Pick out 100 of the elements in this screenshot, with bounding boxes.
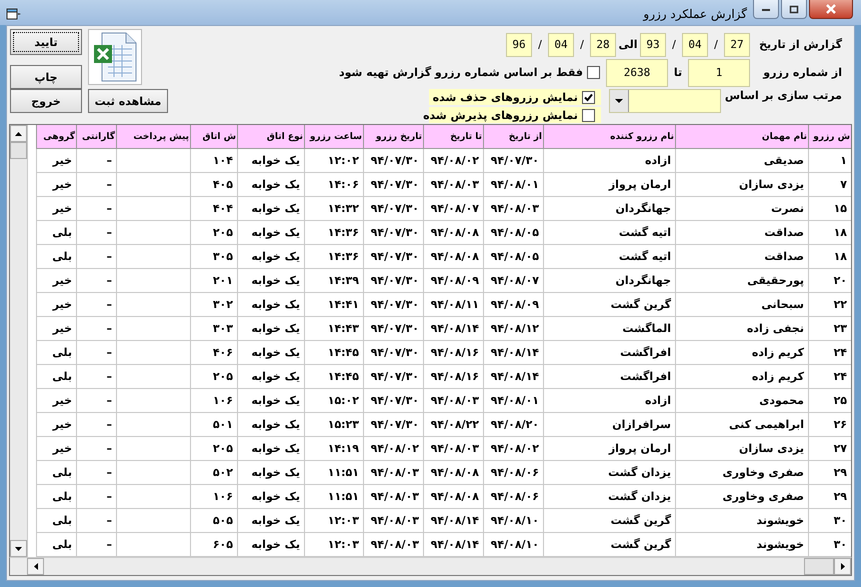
table-cell: ۱۵:۰۲ — [304, 389, 363, 413]
column-header[interactable]: تاریخ رزرو — [363, 125, 423, 149]
table-cell: ۹۴/۰۸/۱۲ — [483, 317, 543, 341]
table-cell: خیر — [36, 413, 76, 437]
table-cell: ۱۴:۳۲ — [304, 197, 363, 221]
number-range-label: از شماره رزرو — [762, 66, 842, 80]
table-cell: خیر — [36, 389, 76, 413]
table-cell: ۵۰۱ — [190, 413, 237, 437]
column-header[interactable]: گارانتی — [76, 125, 116, 149]
table-cell: ۳۰۲ — [190, 293, 237, 317]
view-button[interactable]: مشاهده ثبت — [88, 89, 168, 113]
table-cell: ۹۴/۰۷/۳۰ — [363, 173, 423, 197]
table-cell: اتیه گشت — [543, 221, 675, 245]
table-cell: بلی — [36, 485, 76, 509]
table-cell: ۲۳ — [808, 317, 851, 341]
date-separator: / — [579, 38, 585, 52]
column-header[interactable]: گروهی — [36, 125, 76, 149]
table-cell: – — [76, 293, 116, 317]
date-field[interactable]: 96 — [506, 32, 532, 57]
date-field[interactable]: 04 — [548, 32, 574, 57]
table-cell: ۹۴/۰۸/۲۰ — [483, 413, 543, 437]
table-cell: ۴۰۶ — [190, 341, 237, 365]
table-cell: – — [76, 317, 116, 341]
column-header[interactable]: ش اتاق — [190, 125, 237, 149]
table-cell: ۹۴/۰۸/۱۶ — [423, 341, 483, 365]
table-cell: خیر — [36, 317, 76, 341]
table-cell: محمودی — [675, 389, 808, 413]
number-field[interactable]: 2638 — [606, 58, 668, 87]
number-field[interactable]: 1 — [688, 58, 750, 87]
table-cell: یک خوابه — [237, 413, 304, 437]
table-cell: ۹۴/۰۸/۰۳ — [483, 197, 543, 221]
table-cell: ۹۴/۰۸/۰۹ — [423, 269, 483, 293]
column-header[interactable]: نام مهمان — [675, 125, 808, 149]
table-cell: خیر — [36, 173, 76, 197]
column-header[interactable]: تا تاریخ — [423, 125, 483, 149]
table-cell: خیر — [36, 197, 76, 221]
table-cell: ۹۴/۰۸/۰۶ — [483, 461, 543, 485]
confirm-button[interactable]: تایید — [10, 29, 82, 55]
date-field[interactable]: 04 — [682, 32, 708, 57]
table-cell: ۹۴/۰۸/۰۲ — [423, 149, 483, 173]
window-title: گزارش عملکرد رزرو — [643, 7, 747, 21]
table-cell: ۹۴/۰۸/۰۳ — [423, 389, 483, 413]
table-cell: ۱۴:۴۳ — [304, 317, 363, 341]
exit-button[interactable]: خروج — [10, 89, 82, 113]
table-cell: ابراهیمی کنی — [675, 413, 808, 437]
table-cell: – — [76, 341, 116, 365]
table-cell: سبحانی — [675, 293, 808, 317]
table-cell: یک خوابه — [237, 533, 304, 557]
table-cell: ۳۰ — [808, 509, 851, 533]
table-cell: افراگشت — [543, 365, 675, 389]
sort-label: مرتب سازی بر اساس — [724, 89, 842, 102]
table-cell: ۹۴/۰۸/۰۸ — [423, 485, 483, 509]
table-cell: گرین گشت — [543, 509, 675, 533]
date-field[interactable]: 28 — [590, 32, 616, 57]
table-cell: بلی — [36, 365, 76, 389]
table-cell: ۹۴/۰۸/۰۸ — [423, 245, 483, 269]
table-cell: یک خوابه — [237, 485, 304, 509]
column-header[interactable]: نوع اتاق — [237, 125, 304, 149]
column-header[interactable]: ساعت رزرو — [304, 125, 363, 149]
table-cell: – — [76, 365, 116, 389]
table-cell: ۹۴/۰۸/۰۲ — [483, 437, 543, 461]
table-cell: ۱۵ — [808, 197, 851, 221]
table-cell: خویشوند — [675, 533, 808, 557]
table-cell: یک خوابه — [237, 173, 304, 197]
table-cell: ۲۴ — [808, 341, 851, 365]
table-cell: ۱۸ — [808, 221, 851, 245]
table-cell: ۲۹ — [808, 461, 851, 485]
table-cell: – — [76, 485, 116, 509]
table-cell: ۹۴/۰۸/۱۰ — [483, 509, 543, 533]
date-separator: / — [713, 38, 719, 52]
table-cell: ۱۴:۴۵ — [304, 341, 363, 365]
column-header[interactable]: نام رزرو کننده — [543, 125, 675, 149]
table-cell: ۱۰۶ — [190, 389, 237, 413]
date-field[interactable]: 93 — [640, 32, 666, 57]
date-field[interactable]: 27 — [724, 32, 750, 57]
date-separator: / — [671, 38, 677, 52]
to-label: الی — [617, 38, 639, 52]
print-button[interactable]: چاپ — [10, 65, 82, 89]
column-header[interactable]: ش رزرو — [808, 125, 851, 149]
table-cell: پورحقیقی — [675, 269, 808, 293]
table-cell: ۲۲ — [808, 293, 851, 317]
table-cell: گرین گشت — [543, 533, 675, 557]
column-header[interactable]: از تاریخ — [483, 125, 543, 149]
table-cell: یزدان گشت — [543, 485, 675, 509]
table-cell: ۹۴/۰۸/۱۶ — [423, 365, 483, 389]
table-cell: یک خوابه — [237, 149, 304, 173]
table-cell: ۹۴/۰۷/۳۰ — [363, 365, 423, 389]
table-cell: ۹۴/۰۸/۰۵ — [483, 245, 543, 269]
table-cell: ۹۴/۰۸/۰۸ — [423, 461, 483, 485]
table-cell: ۱۲:۰۲ — [304, 149, 363, 173]
table-cell: ۲۰۵ — [190, 221, 237, 245]
table-cell: ۳۰ — [808, 533, 851, 557]
table-cell: ۹۴/۰۸/۰۱ — [483, 173, 543, 197]
table-cell: صداقت — [675, 245, 808, 269]
table-cell: ۱۴:۰۶ — [304, 173, 363, 197]
table-cell: ۷ — [808, 173, 851, 197]
table-cell: گرین گشت — [543, 293, 675, 317]
table-cell: ۲۷ — [808, 437, 851, 461]
table-cell: ۱۴:۳۶ — [304, 221, 363, 245]
column-header[interactable]: پیش پرداخت — [116, 125, 190, 149]
